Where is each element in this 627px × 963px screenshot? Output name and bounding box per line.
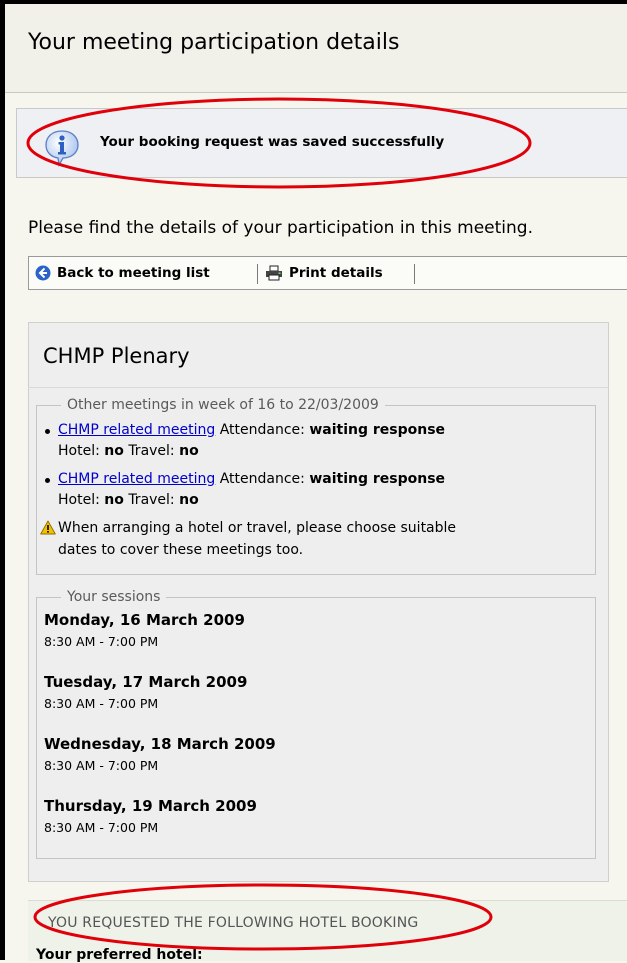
session-time: 8:30 AM - 7:00 PM <box>44 634 159 649</box>
toolbar-separator <box>414 264 415 284</box>
travel-value: no <box>179 492 199 508</box>
preferred-hotel-label: Your preferred hotel: <box>36 947 203 963</box>
attendance-label: Attendance: <box>219 471 305 487</box>
printer-icon <box>266 265 282 281</box>
hotel-booking-heading: YOU REQUESTED THE FOLLOWING HOTEL BOOKIN… <box>48 915 419 931</box>
warning-text-line-2: dates to cover these meetings too. <box>58 542 304 558</box>
sessions-legend: Your sessions <box>67 589 161 605</box>
warning-icon <box>40 520 56 535</box>
other-meeting-hotel-travel: Hotel: no Travel: no <box>58 443 199 459</box>
hotel-value: no <box>104 443 124 459</box>
related-meeting-link[interactable]: CHMP related meeting <box>58 422 215 438</box>
meeting-title: CHMP Plenary <box>43 344 190 368</box>
intro-text: Please find the details of your particip… <box>28 218 534 238</box>
back-button-label: Back to meeting list <box>57 265 210 281</box>
session-time: 8:30 AM - 7:00 PM <box>44 820 159 835</box>
action-toolbar: Back to meeting list Print details <box>28 256 627 290</box>
other-meeting-item: CHMP related meeting Attendance: waiting… <box>58 422 445 438</box>
travel-label: Travel: <box>128 443 175 459</box>
attendance-value: waiting response <box>309 422 446 438</box>
arrow-left-circle-icon <box>35 265 51 281</box>
other-meeting-item: CHMP related meeting Attendance: waiting… <box>58 471 445 487</box>
print-details-button[interactable]: Print details <box>265 265 383 281</box>
hotel-label: Hotel: <box>58 492 100 508</box>
session-time: 8:30 AM - 7:00 PM <box>44 696 159 711</box>
session-time: 8:30 AM - 7:00 PM <box>44 758 159 773</box>
other-meetings-legend: Other meetings in week of 16 to 22/03/20… <box>67 397 379 413</box>
other-meeting-hotel-travel: Hotel: no Travel: no <box>58 492 199 508</box>
toolbar-separator <box>257 264 258 284</box>
info-icon <box>45 130 79 167</box>
travel-value: no <box>179 443 199 459</box>
title-divider <box>5 92 627 93</box>
session-date: Tuesday, 17 March 2009 <box>44 673 248 691</box>
page-title: Your meeting participation details <box>28 30 400 55</box>
sessions-group: Your sessions <box>36 589 596 859</box>
hotel-value: no <box>104 492 124 508</box>
hotel-label: Hotel: <box>58 443 100 459</box>
session-date: Thursday, 19 March 2009 <box>44 797 257 815</box>
travel-label: Travel: <box>128 492 175 508</box>
warning-text-line-1: When arranging a hotel or travel, please… <box>58 520 457 536</box>
meeting-title-divider <box>28 387 609 388</box>
attendance-label: Attendance: <box>219 422 305 438</box>
related-meeting-link[interactable]: CHMP related meeting <box>58 471 215 487</box>
session-date: Monday, 16 March 2009 <box>44 611 245 629</box>
session-date: Wednesday, 18 March 2009 <box>44 735 276 753</box>
attendance-value: waiting response <box>309 471 446 487</box>
success-message: Your booking request was saved successfu… <box>100 134 445 150</box>
print-button-label: Print details <box>289 265 383 281</box>
bullet <box>45 478 50 483</box>
back-to-meeting-list-button[interactable]: Back to meeting list <box>35 265 210 281</box>
bullet <box>45 429 50 434</box>
